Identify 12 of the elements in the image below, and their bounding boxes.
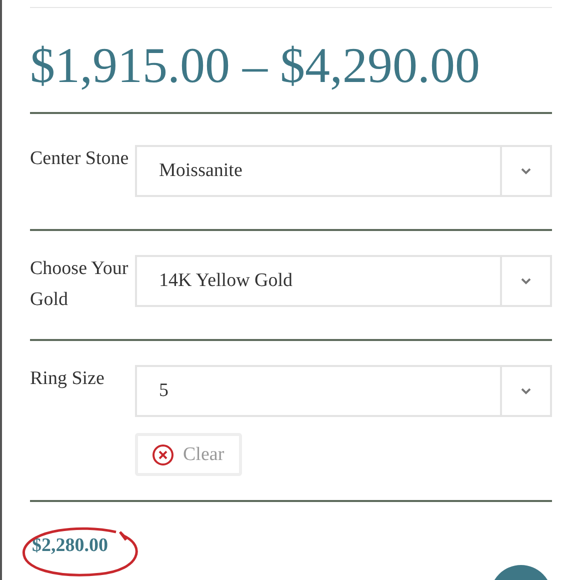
selected-price: $2,280.00 bbox=[32, 535, 108, 556]
chevron-down-icon bbox=[520, 277, 532, 285]
option-label: Ring Size bbox=[30, 367, 106, 391]
chevron-down-icon bbox=[520, 167, 532, 175]
price-range: $1,915.00 – $4,290.00 bbox=[30, 36, 481, 95]
option-select[interactable]: Moissanite bbox=[135, 145, 552, 197]
close-icon bbox=[152, 444, 174, 466]
option-select[interactable]: 14K Yellow Gold bbox=[135, 255, 552, 307]
option-label: Choose Your Gold bbox=[30, 257, 130, 312]
option-select[interactable]: 5 bbox=[135, 365, 552, 417]
chevron-down-icon bbox=[520, 387, 532, 395]
option-label: Center Stone bbox=[30, 147, 130, 171]
